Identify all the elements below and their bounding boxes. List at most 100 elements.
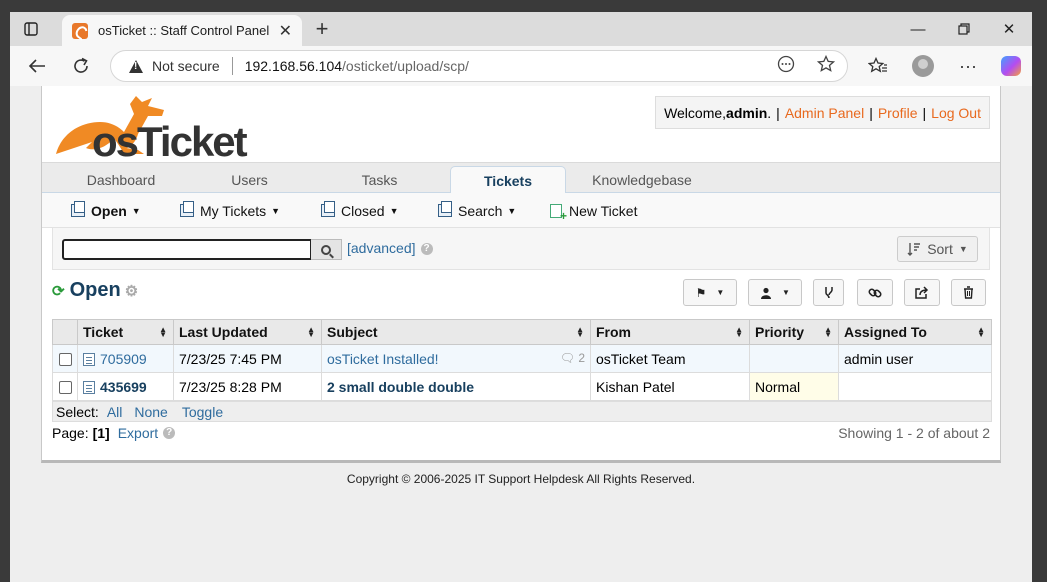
queue-name[interactable]: Open	[70, 279, 121, 302]
subnav-new-ticket[interactable]: New Ticket	[550, 193, 637, 228]
chevron-down-icon: ▼	[271, 205, 281, 216]
sort-icon	[907, 243, 921, 256]
favorite-star-icon[interactable]	[816, 54, 836, 78]
ticket-column-header[interactable]: Ticket ▲ ▼	[77, 319, 174, 345]
restore-button[interactable]	[941, 12, 987, 46]
sort-button[interactable]: Sort ▼	[897, 236, 978, 262]
from-column-header[interactable]: From ▲ ▼	[590, 319, 750, 345]
chevron-down-icon: ▼	[782, 288, 790, 297]
osticket-logo[interactable]: osTicket	[52, 92, 252, 165]
thread-count: 🗨 2	[559, 350, 585, 365]
row-checkbox[interactable]	[58, 381, 72, 395]
tab-knowledgebase[interactable]: Knowledgebase	[580, 166, 704, 194]
share-icon	[915, 286, 929, 299]
tab-title: osTicket :: Staff Control Panel	[98, 23, 270, 38]
last-updated-column-header[interactable]: Last Updated ▲ ▼	[173, 319, 322, 345]
minimize-button[interactable]: —	[895, 12, 941, 46]
copilot-icon[interactable]	[995, 46, 1027, 86]
assigned-to-column-header[interactable]: Assigned To ▲ ▼	[838, 319, 992, 345]
flag-icon: ⚑	[695, 285, 707, 300]
delete-button[interactable]	[951, 279, 986, 306]
merge-button[interactable]	[857, 279, 893, 306]
table-row[interactable]: 435699 7/23/25 8:28 PM 2 small double do…	[52, 372, 992, 401]
subnav-open[interactable]: Open ▼	[71, 193, 141, 228]
subject-link[interactable]: 2 small double double	[327, 379, 474, 395]
change-status-button[interactable]: ⚑ ▼	[683, 279, 737, 306]
close-tab-icon[interactable]: ✕	[279, 21, 292, 41]
select-all-link[interactable]: All	[107, 404, 123, 420]
copyright: Copyright © 2006-2025 IT Support Helpdes…	[346, 472, 696, 486]
row-checkbox[interactable]	[58, 353, 72, 367]
select-controls: Select: All None Toggle	[52, 401, 992, 422]
assign-button[interactable]: ▼	[748, 279, 802, 306]
select-column-header	[52, 319, 78, 345]
subnav-search[interactable]: Search ▼	[438, 193, 516, 228]
omnibox-divider	[231, 57, 233, 75]
tab-tickets[interactable]: Tickets	[450, 166, 566, 195]
page-label: Page:	[52, 425, 89, 441]
new-ticket-icon	[550, 203, 567, 223]
sort-arrows-icon: ▲ ▼	[159, 325, 167, 339]
help-icon[interactable]: ?	[420, 243, 433, 256]
subject-cell: osTicket Installed! 🗨 2	[321, 344, 591, 373]
sidebar-toggle-icon[interactable]	[16, 12, 46, 46]
username: admin	[726, 104, 768, 121]
subject-link[interactable]: osTicket Installed!	[327, 351, 439, 367]
link-icon	[868, 287, 882, 298]
sort-arrows-icon: ▲ ▼	[576, 325, 584, 339]
chevron-down-icon: ▼	[507, 205, 517, 216]
tab-users[interactable]: Users	[192, 166, 307, 194]
address-bar[interactable]: Not secure 192.168.56.104/osticket/uploa…	[110, 50, 848, 82]
browser-tab[interactable]: osTicket :: Staff Control Panel ✕	[62, 15, 302, 46]
comments-icon: 🗨	[559, 350, 575, 365]
export-link[interactable]: Export	[118, 425, 158, 441]
refresh-icon[interactable]: ⟳	[52, 282, 65, 300]
subnav-my-tickets[interactable]: My Tickets ▼	[180, 193, 280, 228]
tab-dashboard[interactable]: Dashboard	[62, 166, 180, 194]
subnav-closed[interactable]: Closed ▼	[321, 193, 399, 228]
select-none-link[interactable]: None	[134, 404, 167, 420]
queue-title: ⟳ Open ⚙	[52, 279, 138, 302]
export-button[interactable]	[904, 279, 940, 306]
profile-link[interactable]: Profile	[878, 105, 918, 121]
not-secure-label[interactable]: Not secure	[152, 58, 220, 74]
help-icon[interactable]: ?	[163, 427, 176, 439]
assigned-to-cell	[838, 372, 992, 401]
sort-label: Sort	[927, 241, 953, 257]
priority-column-header[interactable]: Priority ▲ ▼	[749, 319, 839, 345]
sort-arrows-icon: ▲ ▼	[824, 325, 832, 339]
table-row[interactable]: 705909 7/23/25 7:45 PM osTicket Installe…	[52, 344, 992, 373]
ticket-number-cell: 705909	[77, 344, 174, 373]
logo-text: osTicket	[92, 118, 248, 165]
gear-icon[interactable]: ⚙	[125, 282, 138, 300]
reload-icon[interactable]	[65, 46, 97, 86]
transfer-button[interactable]	[813, 279, 844, 306]
favorites-icon[interactable]	[862, 46, 894, 86]
advanced-search-link[interactable]: [advanced]?	[347, 240, 433, 256]
profile-icon[interactable]	[907, 46, 939, 86]
browser-toolbar: Not secure 192.168.56.104/osticket/uploa…	[10, 46, 1032, 86]
back-icon[interactable]	[21, 46, 53, 86]
row-checkbox-cell	[52, 344, 78, 373]
search-button[interactable]	[311, 239, 342, 260]
assigned-to-cell: admin user	[838, 344, 992, 373]
chevron-down-icon: ▼	[131, 205, 141, 216]
close-window-button[interactable]: ✕	[986, 12, 1032, 46]
subnav-search-label: Search	[458, 202, 503, 219]
ticket-number-link[interactable]: 435699	[100, 379, 147, 395]
from-cell: osTicket Team	[590, 344, 750, 373]
new-tab-button[interactable]: +	[310, 12, 334, 46]
ticket-number-link[interactable]: 705909	[100, 351, 147, 367]
logout-link[interactable]: Log Out	[931, 105, 981, 121]
subject-column-header[interactable]: Subject ▲ ▼	[321, 319, 591, 345]
tab-tasks[interactable]: Tasks	[322, 166, 437, 194]
reading-mode-icon[interactable]	[777, 55, 795, 78]
last-updated-cell: 7/23/25 7:45 PM	[173, 344, 322, 373]
search-input[interactable]	[62, 239, 312, 260]
more-menu-icon[interactable]: ···	[952, 46, 984, 86]
showing-count: Showing 1 - 2 of about 2	[838, 425, 990, 441]
search-bar: [advanced]? Sort ▼	[52, 228, 990, 270]
row-checkbox-cell	[52, 372, 78, 401]
admin-panel-link[interactable]: Admin Panel	[785, 105, 864, 121]
select-toggle-link[interactable]: Toggle	[182, 404, 223, 420]
